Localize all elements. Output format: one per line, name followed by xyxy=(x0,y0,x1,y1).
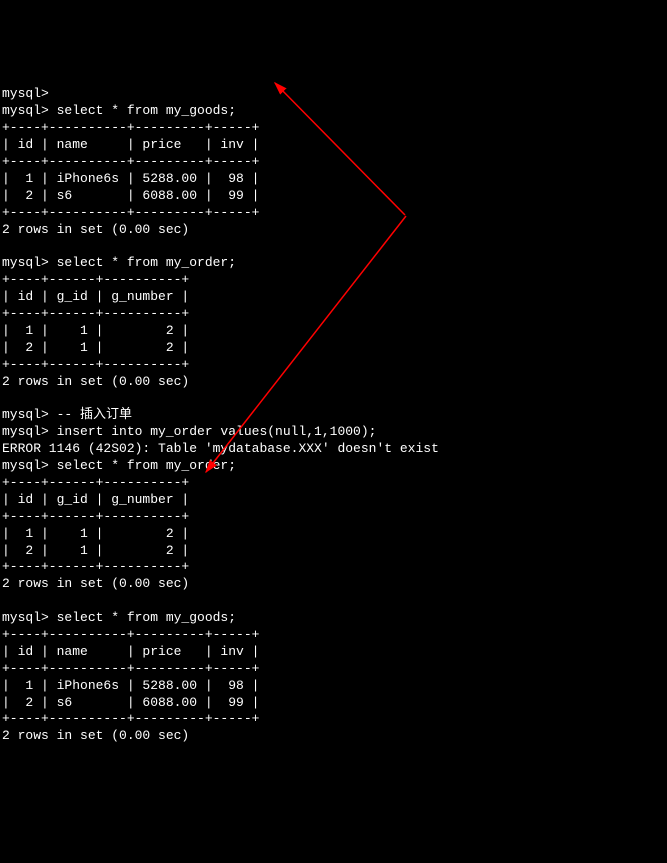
table-border: +----+----------+---------+-----+ xyxy=(2,661,259,676)
table-border: +----+----------+---------+-----+ xyxy=(2,154,259,169)
table-row: | 2 | s6 | 6088.00 | 99 | xyxy=(2,188,259,203)
table-row: | 2 | 1 | 2 | xyxy=(2,543,189,558)
query-line: mysql> select * from my_order; xyxy=(2,255,236,270)
table-header: | id | name | price | inv | xyxy=(2,644,259,659)
table-border: +----+------+----------+ xyxy=(2,272,189,287)
table-row: | 1 | iPhone6s | 5288.00 | 98 | xyxy=(2,171,259,186)
table-border: +----+----------+---------+-----+ xyxy=(2,120,259,135)
prompt-line: mysql> xyxy=(2,86,49,101)
table-header: | id | name | price | inv | xyxy=(2,137,259,152)
result-summary: 2 rows in set (0.00 sec) xyxy=(2,222,189,237)
insert-query-line: mysql> insert into my_order values(null,… xyxy=(2,424,376,439)
table-row: | 2 | 1 | 2 | xyxy=(2,340,189,355)
result-summary: 2 rows in set (0.00 sec) xyxy=(2,576,189,591)
query-line: mysql> select * from my_goods; xyxy=(2,103,236,118)
table-row: | 1 | 1 | 2 | xyxy=(2,526,189,541)
table-border: +----+------+----------+ xyxy=(2,559,189,574)
query-line: mysql> select * from my_order; xyxy=(2,458,236,473)
comment-line: mysql> -- 插入订单 xyxy=(2,407,132,422)
table-border: +----+------+----------+ xyxy=(2,509,189,524)
table-header: | id | g_id | g_number | xyxy=(2,289,189,304)
table-border: +----+----------+---------+-----+ xyxy=(2,205,259,220)
table-border: +----+----------+---------+-----+ xyxy=(2,627,259,642)
table-row: | 1 | iPhone6s | 5288.00 | 98 | xyxy=(2,678,259,693)
table-header: | id | g_id | g_number | xyxy=(2,492,189,507)
table-border: +----+------+----------+ xyxy=(2,306,189,321)
terminal-output: mysql> mysql> select * from my_goods; +-… xyxy=(2,70,665,746)
table-border: +----+------+----------+ xyxy=(2,357,189,372)
result-summary: 2 rows in set (0.00 sec) xyxy=(2,374,189,389)
table-row: | 2 | s6 | 6088.00 | 99 | xyxy=(2,695,259,710)
table-row: | 1 | 1 | 2 | xyxy=(2,323,189,338)
error-line: ERROR 1146 (42S02): Table 'mydatabase.XX… xyxy=(2,441,439,456)
result-summary: 2 rows in set (0.00 sec) xyxy=(2,728,189,743)
query-line: mysql> select * from my_goods; xyxy=(2,610,236,625)
table-border: +----+----------+---------+-----+ xyxy=(2,711,259,726)
table-border: +----+------+----------+ xyxy=(2,475,189,490)
